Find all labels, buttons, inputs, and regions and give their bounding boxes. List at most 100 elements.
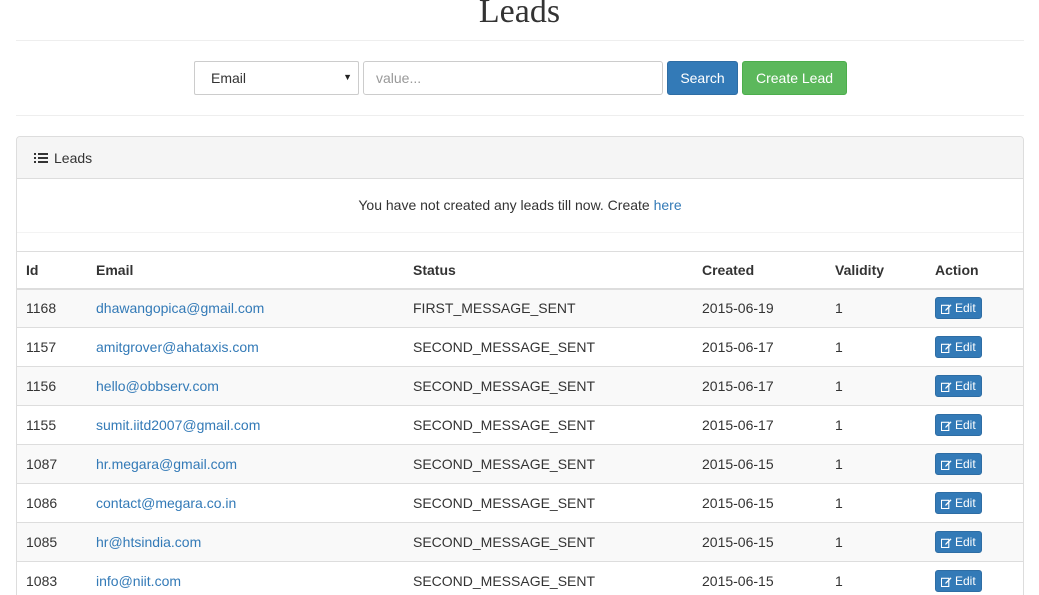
cell-validity: 1 — [826, 366, 926, 406]
edit-icon — [941, 459, 952, 470]
cell-validity: 1 — [826, 405, 926, 445]
panel-heading-label: Leads — [54, 149, 93, 166]
email-link[interactable]: info@niit.com — [96, 573, 181, 589]
edit-button[interactable]: Edit — [935, 336, 982, 358]
search-button[interactable]: Search — [667, 61, 738, 95]
table-row: 1086 contact@megara.co.in SECOND_MESSAGE_S… — [17, 483, 1023, 523]
cell-status: SECOND_MESSAGE_SENT — [404, 405, 693, 445]
cell-action: Edit — [926, 444, 1023, 484]
cell-email: hr@htsindia.com — [87, 522, 404, 562]
edit-icon — [941, 304, 952, 314]
column-header-email: Email — [87, 251, 404, 290]
cell-status: SECOND_MESSAGE_SENT — [404, 444, 693, 484]
table-row: 1156 hello@obbserv.com SECOND_MESSAGE_SENT… — [17, 366, 1023, 406]
cell-id: 1083 — [17, 561, 87, 595]
email-link[interactable]: hr@htsindia.com — [96, 534, 201, 550]
cell-status: SECOND_MESSAGE_SENT — [404, 522, 693, 562]
empty-message-text: You have not created any leads till now.… — [358, 197, 650, 213]
cell-created: 2015-06-19 — [693, 288, 826, 328]
table-row: 1085 hr@htsindia.com SECOND_MESSAGE_SENT 20… — [17, 522, 1023, 562]
table-row: 1083 info@niit.com SECOND_MESSAGE_SENT 2015… — [17, 561, 1023, 595]
cell-email: hello@obbserv.com — [87, 366, 404, 406]
edit-label: Edit — [955, 457, 976, 471]
create-lead-button[interactable]: Create Lead — [742, 61, 847, 95]
search-bar: Email ▼ Search Create Lead — [194, 61, 847, 95]
cell-validity: 1 — [826, 483, 926, 523]
cell-action: Edit — [926, 327, 1023, 367]
edit-icon — [941, 342, 952, 353]
cell-status: SECOND_MESSAGE_SENT — [404, 366, 693, 406]
cell-email: hr.megara@gmail.com — [87, 444, 404, 484]
email-link[interactable]: hr.megara@gmail.com — [96, 456, 237, 472]
edit-icon — [941, 577, 952, 587]
column-header-created: Created — [693, 251, 826, 290]
cell-created: 2015-06-15 — [693, 522, 826, 562]
edit-icon — [941, 498, 952, 509]
edit-label: Edit — [955, 574, 976, 589]
create-here-link[interactable]: here — [654, 197, 682, 213]
cell-status: SECOND_MESSAGE_SENT — [404, 327, 693, 367]
cell-status: SECOND_MESSAGE_SENT — [404, 561, 693, 595]
cell-email: dhawangopica@gmail.com — [87, 288, 404, 328]
column-header-id: Id — [17, 251, 87, 290]
cell-action: Edit — [926, 483, 1023, 523]
caret-down-icon: ▼ — [343, 72, 352, 82]
column-header-status: Status — [404, 251, 693, 290]
search-field-select[interactable]: Email ▼ — [194, 61, 359, 95]
cell-validity: 1 — [826, 288, 926, 328]
edit-icon — [941, 537, 952, 548]
leads-table: Id Email Status Created Validity Action … — [17, 251, 1023, 595]
cell-id: 1086 — [17, 483, 87, 523]
column-header-validity: Validity — [826, 251, 926, 290]
email-link[interactable]: dhawangopica@gmail.com — [96, 300, 264, 316]
cell-id: 1155 — [17, 405, 87, 445]
divider — [16, 115, 1024, 116]
edit-icon — [941, 381, 952, 392]
email-link[interactable]: hello@obbserv.com — [96, 378, 219, 394]
email-link[interactable]: amitgrover@ahataxis.com — [96, 339, 259, 355]
search-field-selected: Email — [211, 70, 247, 86]
search-value-input[interactable] — [363, 61, 663, 95]
table-row: 1168 dhawangopica@gmail.com FIRST_MESSAGE_… — [17, 288, 1023, 328]
edit-icon — [941, 420, 952, 431]
table-row: 1087 hr.megara@gmail.com SECOND_MESSAGE_SE… — [17, 444, 1023, 484]
edit-button[interactable]: Edit — [935, 375, 982, 397]
leads-panel: Leads You have not created any leads til… — [16, 136, 1024, 595]
cell-status: FIRST_MESSAGE_SENT — [404, 288, 693, 328]
edit-label: Edit — [955, 496, 976, 510]
table-row: 1155 sumit.iitd2007@gmail.com SECOND_MESSA… — [17, 405, 1023, 445]
cell-id: 1156 — [17, 366, 87, 406]
spacer — [17, 232, 1023, 251]
empty-message: You have not created any leads till now.… — [17, 179, 1023, 232]
cell-action: Edit — [926, 522, 1023, 562]
cell-email: contact@megara.co.in — [87, 483, 404, 523]
edit-label: Edit — [955, 340, 976, 354]
cell-created: 2015-06-17 — [693, 327, 826, 367]
cell-created: 2015-06-15 — [693, 444, 826, 484]
edit-button[interactable]: Edit — [935, 531, 982, 553]
edit-label: Edit — [955, 418, 976, 432]
table-header-row: Id Email Status Created Validity Action — [17, 251, 1023, 290]
edit-button[interactable]: Edit — [935, 570, 982, 593]
panel-heading: Leads — [17, 137, 1023, 179]
cell-email: info@niit.com — [87, 561, 404, 595]
edit-button[interactable]: Edit — [935, 297, 982, 320]
cell-validity: 1 — [826, 327, 926, 367]
edit-label: Edit — [955, 379, 976, 393]
edit-label: Edit — [955, 535, 976, 549]
cell-action: Edit — [926, 561, 1023, 595]
email-link[interactable]: contact@megara.co.in — [96, 495, 236, 511]
edit-button[interactable]: Edit — [935, 492, 982, 514]
email-link[interactable]: sumit.iitd2007@gmail.com — [96, 417, 260, 433]
edit-button[interactable]: Edit — [935, 414, 982, 436]
cell-created: 2015-06-17 — [693, 366, 826, 406]
cell-id: 1168 — [17, 288, 87, 328]
edit-button[interactable]: Edit — [935, 453, 982, 475]
cell-action: Edit — [926, 366, 1023, 406]
cell-validity: 1 — [826, 561, 926, 595]
table-row: 1157 amitgrover@ahataxis.com SECOND_MESSAG… — [17, 327, 1023, 367]
cell-action: Edit — [926, 288, 1023, 328]
cell-action: Edit — [926, 405, 1023, 445]
divider — [16, 40, 1024, 41]
cell-created: 2015-06-17 — [693, 405, 826, 445]
